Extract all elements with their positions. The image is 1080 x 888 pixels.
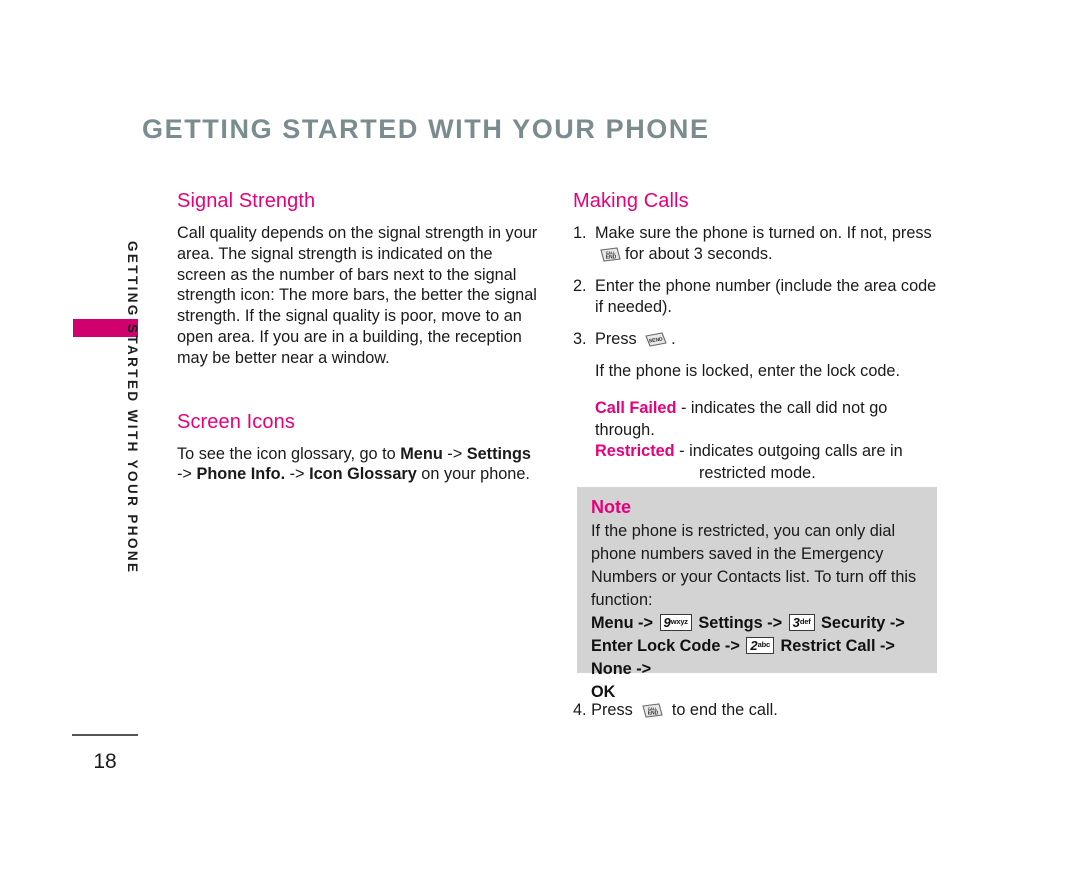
sidebar-vertical-label-wrap: GETTING STARTED WITH YOUR PHONE [116, 229, 140, 575]
note-path-security: Security [821, 614, 886, 632]
key-letters: wxyz [670, 617, 688, 626]
footer-divider [72, 734, 138, 736]
step-number: 1. [573, 224, 587, 242]
indicator-term: Call Failed [595, 399, 677, 417]
note-path-enter-lock-code: Enter Lock Code [591, 637, 721, 655]
left-column: Signal Strength Call quality depends on … [177, 190, 539, 485]
heading-making-calls: Making Calls [573, 190, 689, 212]
locked-note: If the phone is locked, enter the lock c… [595, 362, 901, 380]
note-path-arrow-4: -> [720, 637, 745, 655]
end-key-icon: CALL END [641, 703, 663, 718]
page-title: GETTING STARTED WITH YOUR PHONE [142, 114, 710, 144]
key-letters: def [799, 617, 811, 626]
key-digit: 3 [792, 615, 800, 630]
note-box: Note If the phone is restricted, you can… [577, 487, 937, 701]
menu-path-phone-info: Phone Info. [196, 465, 286, 484]
screen-icons-body: To see the icon glossary, go to Menu -> … [177, 444, 539, 486]
menu-path-arrow-3: -> [285, 465, 310, 484]
indicator-call-failed: Call Failed - indicates the call did not… [595, 398, 941, 441]
note-path-restrict-call: Restrict Call [780, 637, 876, 655]
note-path-arrow-2: -> [762, 614, 787, 632]
signal-strength-body: Call quality depends on the signal stren… [177, 224, 538, 367]
svg-text:END: END [648, 711, 659, 717]
note-title: Note [591, 497, 631, 517]
menu-path-arrow-2: -> [177, 465, 197, 484]
step-text-after: to end the call. [671, 701, 778, 719]
note-path-arrow-3: -> [885, 614, 905, 632]
note-path-arrow-5: -> [875, 637, 895, 655]
key-digit: 9 [663, 615, 671, 630]
step-text-before: Enter the phone number (include the area… [595, 277, 937, 316]
note-path-arrow-1: -> [633, 614, 658, 632]
key-letters: abc [757, 640, 771, 649]
heading-screen-icons: Screen Icons [177, 410, 295, 433]
list-item: 1. Make sure the phone is turned on. If n… [573, 223, 941, 265]
key-3-icon: 3def [788, 614, 815, 631]
note-path-arrow-6: -> [631, 660, 652, 678]
indicator-separator: - [676, 399, 691, 417]
indicator-term: Restricted [595, 442, 675, 460]
note-path-menu: Menu [591, 614, 634, 632]
right-column: Making Calls 1. Make sure the phone is tu… [573, 190, 941, 484]
sidebar-vertical-label: GETTING STARTED WITH YOUR PHONE [125, 241, 140, 575]
note-path-settings: Settings [698, 614, 763, 632]
svg-text:END: END [606, 255, 617, 261]
heading-signal-strength: Signal Strength [177, 190, 316, 212]
step-number: 3. [573, 330, 587, 348]
screen-icons-intro: To see the icon glossary, go to [177, 444, 401, 463]
step-text-before: Press [591, 701, 633, 719]
end-key-icon: CALL END [599, 247, 621, 262]
step-text-after: . [671, 330, 676, 348]
menu-path-icon-glossary: Icon Glossary [309, 465, 417, 484]
step-number: 2. [573, 277, 587, 295]
key-digit: 2 [750, 638, 758, 653]
key-9-icon: 9wxyz [659, 614, 692, 631]
indicator-separator: - [674, 442, 690, 460]
list-item: 3. Press SEND . [573, 329, 941, 350]
indicator-continuation: restricted mode. [699, 463, 816, 482]
call-status-indicators: Call Failed - indicates the call did not… [573, 398, 941, 484]
page-number: 18 [93, 750, 117, 773]
note-body: If the phone is restricted, you can only… [591, 522, 917, 609]
key-2-icon: 2abc [746, 637, 774, 654]
step-text-after: for about 3 seconds. [625, 245, 773, 263]
send-key-icon: SEND [645, 332, 667, 347]
note-menu-path: Menu -> 9wxyz Settings -> 3def Security … [591, 612, 923, 704]
menu-path-arrow-1: -> [442, 444, 467, 463]
menu-path-menu: Menu [400, 444, 443, 463]
list-item: 2. Enter the phone number (include the ar… [573, 276, 941, 318]
note-path-ok: OK [591, 683, 616, 701]
step-text-before: Make sure the phone is turned on. If not… [595, 224, 932, 242]
indicator-description: indicates outgoing calls are in [689, 442, 903, 460]
step-text-before: Press [595, 330, 637, 348]
final-step: 4. Press CALL END to end the call. [573, 700, 778, 721]
screen-icons-outro: on your phone. [416, 465, 530, 484]
step-number: 4. [573, 701, 587, 719]
menu-path-settings: Settings [466, 444, 531, 463]
indicator-restricted: Restricted - indicates outgoing calls ar… [595, 441, 941, 484]
making-calls-steps: 1. Make sure the phone is turned on. If n… [573, 223, 941, 350]
note-path-none: None [591, 660, 632, 678]
